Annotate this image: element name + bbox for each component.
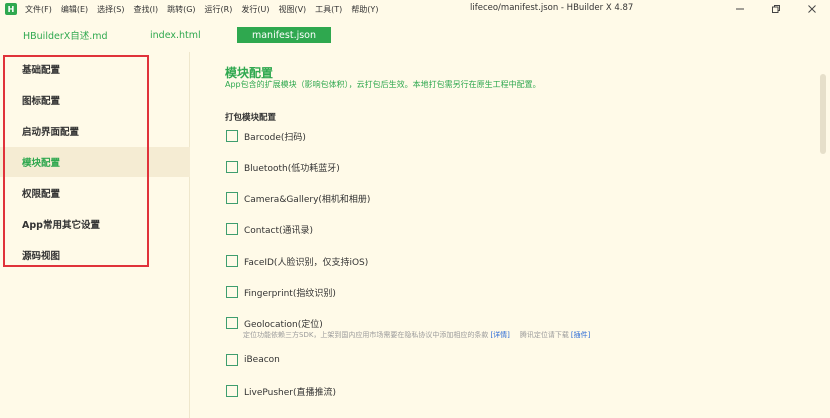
vertical-scrollbar[interactable] [816, 52, 830, 418]
window-controls [722, 0, 830, 18]
module-barcode[interactable]: Barcode(扫码) [226, 128, 306, 144]
module-checkbox[interactable] [226, 354, 238, 366]
module-checkbox[interactable] [226, 385, 238, 397]
geolocation-note-text: 定位功能依赖三方SDK，上架到国内应用市场需要在隐私协议中添加相应的条款 [243, 331, 489, 339]
title-bar: H 文件(F) 编辑(E) 选择(S) 查找(I) 跳转(G) 运行(R) 发行… [0, 0, 830, 18]
module-label: Camera&Gallery(相机和相册) [244, 194, 371, 205]
module-label: Contact(通讯录) [244, 225, 314, 236]
menu-goto[interactable]: 跳转(G) [167, 4, 195, 15]
section-description: App包含的扩展模块（影响包体积），云打包后生效。本地打包需另行在原生工程中配置… [225, 80, 541, 89]
module-config-panel: 模块配置 App包含的扩展模块（影响包体积），云打包后生效。本地打包需另行在原生… [190, 52, 816, 418]
module-checkbox[interactable] [226, 286, 238, 298]
tencent-plugin-link[interactable]: [插件] [571, 330, 590, 340]
close-button[interactable] [794, 0, 830, 18]
module-checkbox[interactable] [226, 130, 238, 142]
geolocation-note: 定位功能依赖三方SDK，上架到国内应用市场需要在隐私协议中添加相应的条款 [详情… [243, 330, 592, 340]
restore-icon [772, 5, 780, 13]
module-label: FaceID(人脸识别，仅支持iOS) [244, 257, 369, 268]
module-contact[interactable]: Contact(通讯录) [226, 221, 313, 237]
hbuilder-logo-icon: H [5, 3, 17, 15]
menu-tools[interactable]: 工具(T) [315, 4, 342, 15]
restore-button[interactable] [758, 0, 794, 18]
module-geolocation[interactable]: Geolocation(定位) [226, 315, 323, 331]
minimize-button[interactable] [722, 0, 758, 18]
menu-publish[interactable]: 发行(U) [241, 4, 269, 15]
module-label: Bluetooth(低功耗蓝牙) [244, 163, 340, 174]
tab-readme[interactable]: HBuilderX自述.md [23, 27, 108, 43]
module-label: Fingerprint(指纹识别) [244, 288, 336, 299]
menu-edit[interactable]: 编辑(E) [61, 4, 88, 15]
module-label: Barcode(扫码) [244, 132, 306, 143]
module-label: Geolocation(定位) [244, 319, 323, 330]
module-ibeacon[interactable]: iBeacon [226, 352, 280, 368]
module-livepusher[interactable]: LivePusher(直播推流) [226, 383, 336, 399]
module-checkbox[interactable] [226, 192, 238, 204]
window-title: lifeceo/manifest.json - HBuilder X 4.87 [470, 3, 634, 13]
module-label: iBeacon [244, 355, 280, 365]
module-faceid[interactable]: FaceID(人脸识别，仅支持iOS) [226, 253, 368, 269]
geolocation-detail-link[interactable]: [详情] [490, 330, 509, 340]
tab-manifest-json[interactable]: manifest.json [237, 27, 331, 43]
tab-index-html[interactable]: index.html [150, 27, 201, 43]
module-checkbox[interactable] [226, 223, 238, 235]
scrollbar-thumb[interactable] [820, 74, 826, 154]
menu-find[interactable]: 查找(I) [133, 4, 158, 15]
menu-bar: 文件(F) 编辑(E) 选择(S) 查找(I) 跳转(G) 运行(R) 发行(U… [25, 4, 387, 15]
module-camera-gallery[interactable]: Camera&Gallery(相机和相册) [226, 190, 370, 206]
module-fingerprint[interactable]: Fingerprint(指纹识别) [226, 284, 336, 300]
editor-tab-bar: HBuilderX自述.md index.html manifest.json [0, 23, 830, 45]
menu-select[interactable]: 选择(S) [97, 4, 124, 15]
menu-help[interactable]: 帮助(Y) [351, 4, 378, 15]
module-checkbox[interactable] [226, 317, 238, 329]
menu-file[interactable]: 文件(F) [25, 4, 52, 15]
module-label: LivePusher(直播推流) [244, 387, 337, 398]
config-sidebar: 基础配置 图标配置 启动界面配置 模块配置 权限配置 App常用其它设置 源码视… [0, 52, 190, 418]
group-title: 打包模块配置 [225, 113, 277, 123]
annotation-highlight-box [3, 55, 149, 267]
minimize-icon [736, 8, 744, 10]
menu-view[interactable]: 视图(V) [278, 4, 306, 15]
module-bluetooth[interactable]: Bluetooth(低功耗蓝牙) [226, 159, 340, 175]
tencent-location-text: 腾讯定位请下载 [519, 331, 569, 339]
close-icon [808, 5, 816, 13]
module-checkbox[interactable] [226, 161, 238, 173]
menu-run[interactable]: 运行(R) [205, 4, 233, 15]
module-checkbox[interactable] [226, 255, 238, 267]
